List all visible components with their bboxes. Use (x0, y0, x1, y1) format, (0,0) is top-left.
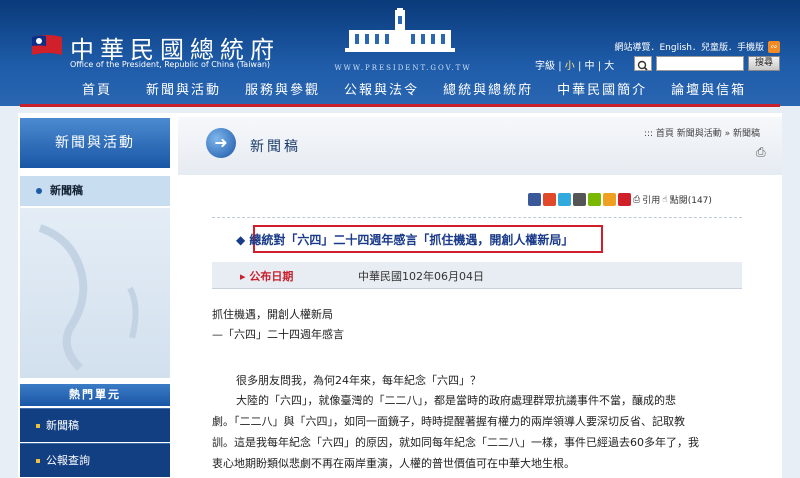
map-decoration-icon (38, 224, 139, 371)
nav-president[interactable]: 總統與總統府 (431, 79, 545, 98)
top-links-text[interactable]: 網站導覽．English．兒童版．手機版 (615, 40, 765, 53)
nav-roc-intro[interactable]: 中華民國簡介 (545, 79, 659, 98)
page-title: 新聞稿 (250, 139, 301, 155)
bullet-icon (36, 459, 40, 463)
cite-link[interactable]: 引用 (642, 193, 660, 206)
facebook-icon[interactable] (528, 193, 541, 206)
article-title: ◆ 總統對「六四」二十四週年感言「抓住機遇，開創人權新局」 (236, 233, 574, 247)
publish-date-label: ▸ 公布日期 (240, 270, 294, 283)
top-links[interactable]: 網站導覽．English．兒童版．手機版 ∾ (615, 40, 780, 53)
search-icon[interactable] (634, 56, 652, 71)
hot-item-label: 新聞稿 (46, 419, 79, 432)
nav-service[interactable]: 服務與參觀 (233, 79, 332, 98)
nav-gazette[interactable]: 公報與法令 (332, 79, 431, 98)
article-paragraph: 衷心地期盼類似悲劇不再在兩岸重演，人權的普世價值可在中華大地生根。 (212, 457, 575, 470)
share-toolbar: ⎙ 引用 ☝ 點閱(147) (528, 193, 712, 206)
hand-icon: ☝ (662, 194, 668, 205)
line-icon[interactable] (588, 193, 601, 206)
publish-date-value: 中華民國102年06月04日 (358, 270, 484, 283)
sidebar-item-label: 新聞稿 (50, 184, 83, 197)
hot-section-title: 熱門單元 (20, 384, 170, 406)
article-paragraph: 很多朋友問我，為何24年來，每年紀念「六四」？ (236, 374, 481, 387)
presidential-building-icon (345, 8, 455, 52)
bullet-icon (36, 424, 40, 428)
plurk-icon[interactable] (543, 193, 556, 206)
hot-item-label: 公報查詢 (46, 454, 90, 467)
myshare-icon[interactable] (573, 193, 586, 206)
article-paragraph: 訓。這是我每年紀念「六四」的原因，就如同每年紀念「二二八」一樣，事件已經過去60… (212, 436, 699, 449)
publish-date-label-text: 公布日期 (249, 270, 294, 283)
flag-icon (32, 35, 62, 55)
font-large-button[interactable]: 大 (604, 61, 614, 72)
main-nav: 首頁 新聞與活動 服務與參觀 公報與法令 總統與總統府 中華民國簡介 論壇與信箱 (70, 79, 758, 98)
font-size-label: 字級 (535, 61, 555, 72)
font-medium-button[interactable]: 中 (585, 61, 595, 72)
header-divider (20, 104, 780, 107)
sidebar-map-background (20, 208, 170, 378)
news-icon: ➜ (206, 128, 236, 158)
twitter-icon[interactable] (558, 193, 571, 206)
printer-icon[interactable]: ⎙ (633, 195, 640, 205)
font-small-button[interactable]: 小 (565, 61, 575, 72)
bookmark-icon[interactable] (603, 193, 616, 206)
breadcrumb[interactable]: ::: 首頁 新聞與活動 » 新聞稿 (644, 126, 760, 139)
sidebar-title: 新聞與活動 (20, 118, 170, 168)
nav-forum[interactable]: 論壇與信箱 (659, 79, 758, 98)
rss-icon[interactable]: ∾ (768, 40, 780, 53)
article-paragraph: —「六四」二十四週年感言 (212, 328, 344, 341)
nav-news[interactable]: 新聞與活動 (134, 79, 233, 98)
search-button[interactable]: 搜尋 (748, 56, 780, 71)
site-url: WWW.PRESIDENT.GOV.TW (334, 64, 472, 72)
hot-item-press-release[interactable]: 新聞稿 (20, 408, 170, 442)
article-paragraph: 大陸的「六四」，就像臺灣的「二二八」，都是當時的政府處理群眾抗議事件不當，釀成的… (236, 394, 676, 407)
bullet-icon (36, 188, 42, 194)
sidebar-item-press-release[interactable]: 新聞稿 (20, 176, 170, 206)
click-count: 點閱(147) (669, 196, 712, 206)
print-icon[interactable]: ⎙ (756, 145, 766, 160)
font-size-selector: 字級 | 小 | 中 | 大 (535, 61, 615, 72)
article-paragraph: 劇。「二二八」與「六四」，如同一面鏡子，時時提醒著握有權力的兩岸領導人要深切反省… (212, 415, 685, 428)
p-share-icon[interactable] (618, 193, 631, 206)
nav-home[interactable]: 首頁 (70, 79, 124, 98)
hot-item-gazette-search[interactable]: 公報查詢 (20, 443, 170, 477)
search-input[interactable] (656, 56, 744, 71)
article-paragraph: 抓住機遇，開創人權新局 (212, 308, 333, 321)
site-subtitle: Office of the President, Republic of Chi… (70, 60, 271, 69)
